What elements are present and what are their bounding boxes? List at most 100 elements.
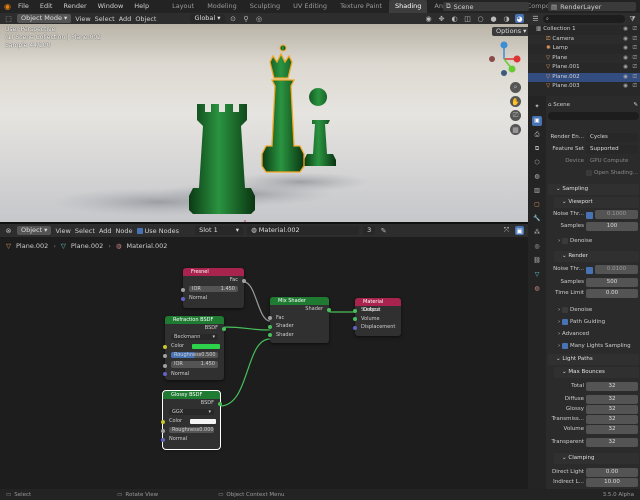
output-displacement-input[interactable]: Displacement — [353, 323, 401, 332]
pin-icon[interactable]: ✎ — [633, 100, 638, 110]
tab-layout[interactable]: Layout — [166, 0, 200, 13]
rendered-shading-icon[interactable]: ◕ — [515, 14, 524, 23]
visibility-icon[interactable]: ◉ — [424, 14, 433, 23]
socket[interactable] — [353, 325, 357, 330]
vp-noise-threshold-field[interactable]: 0.1000 — [595, 210, 638, 219]
breadcrumb-mesh[interactable]: Plane.002 — [71, 242, 103, 250]
tab-modeling[interactable]: Modeling — [201, 0, 243, 13]
r-samples-field[interactable]: 500 — [586, 278, 638, 287]
menu-file[interactable]: File — [13, 0, 34, 13]
tab-sculpting[interactable]: Sculpting — [244, 0, 286, 13]
visibility-eye-icon[interactable]: ◉ — [623, 73, 628, 83]
outliner-row[interactable]: ▽ Plane.001 ◉ ⎚ — [528, 63, 640, 73]
perspective-grid-icon[interactable]: ▦ — [510, 124, 521, 135]
refraction-bsdf-node[interactable]: Refraction BSDF BSDF Beckmann ▾ Color Rou… — [163, 316, 226, 380]
noise-threshold-checkbox[interactable] — [586, 212, 593, 219]
socket[interactable] — [353, 308, 357, 313]
node-editor-type-icon[interactable]: ⊗ — [4, 226, 13, 235]
pan-hand-icon[interactable]: ✋ — [510, 96, 521, 107]
outliner-type-icon[interactable]: ☰ — [531, 15, 540, 24]
refraction-normal-row[interactable]: Normal — [163, 370, 224, 379]
color-swatch[interactable] — [192, 343, 220, 349]
material-shading-icon[interactable]: ◑ — [502, 14, 511, 23]
physics-icon[interactable]: ◎ — [532, 242, 542, 252]
blender-logo-icon[interactable]: ◉ — [3, 2, 12, 11]
snap-node-icon[interactable]: ⤧ — [502, 226, 511, 235]
r-noise-threshold-field[interactable]: 0.0100 — [595, 265, 638, 274]
socket[interactable] — [163, 344, 167, 349]
material-selector[interactable]: ◍ Material.002 — [247, 226, 360, 235]
navigation-gizmo[interactable] — [484, 39, 524, 79]
socket[interactable] — [222, 326, 226, 331]
glossy-roughness-row[interactable]: Roughness 0.000 — [161, 426, 220, 436]
particles-icon[interactable]: ⁂ — [532, 228, 542, 238]
ne-menu-view[interactable]: View — [55, 227, 70, 235]
world-icon[interactable]: ◍ — [532, 172, 542, 182]
slot-dropdown[interactable]: Slot 1 ▾ — [195, 226, 244, 235]
tab-texture-paint[interactable]: Texture Paint — [334, 0, 388, 13]
outliner-search-input[interactable]: ⌕ — [543, 15, 625, 23]
viewport-subpanel-header[interactable]: ⌄ Viewport — [554, 197, 639, 208]
socket[interactable] — [163, 372, 167, 376]
max-bounces-subpanel-header[interactable]: ⌄ Max Bounces — [554, 367, 639, 378]
filter-icon[interactable]: ⧩ — [628, 15, 637, 24]
outliner-row[interactable]: ✺ Lamp ◉ ⎚ — [528, 44, 640, 54]
socket[interactable] — [218, 401, 222, 406]
diffuse-bounces-field[interactable]: 32 — [586, 395, 638, 404]
mix-shader-node[interactable]: Mix Shader Shader Fac Shader Shader — [268, 297, 331, 343]
overlay-icon[interactable]: ◐ — [450, 14, 459, 23]
visibility-eye-icon[interactable]: ◉ — [623, 82, 628, 92]
glossy-dist-row[interactable]: GGX ▾ — [163, 408, 220, 418]
menu-window[interactable]: Window — [93, 0, 129, 13]
refraction-color-row[interactable]: Color — [163, 342, 224, 351]
mix-shader2-input[interactable]: Shader — [268, 331, 329, 340]
distribution-dropdown[interactable]: GGX — [172, 409, 183, 416]
user-count[interactable]: 3 — [363, 226, 376, 235]
vp-menu-add[interactable]: Add — [119, 15, 132, 23]
glossy-normal-row[interactable]: Normal — [161, 435, 220, 444]
visibility-eye-icon[interactable]: ◉ — [623, 44, 628, 54]
many-lights-subpanel[interactable]: › Many Lights Sampling — [558, 341, 631, 351]
mix-fac-input[interactable]: Fac — [268, 314, 329, 323]
ior-value[interactable]: 1.450 — [201, 361, 215, 368]
modifier-icon[interactable]: 🔧 — [532, 214, 542, 224]
transform-orientation-dropdown[interactable]: Global ▾ — [190, 14, 225, 23]
glossy-bounces-field[interactable]: 32 — [586, 405, 638, 414]
device-dropdown[interactable]: GPU Compute — [586, 157, 638, 166]
render-layer-selector[interactable]: ▤ RenderLayer — [548, 2, 636, 11]
visibility-eye-icon[interactable]: ◉ — [623, 54, 628, 64]
snap-icon[interactable]: ⚲ — [242, 14, 251, 23]
transmission-bounces-field[interactable]: 32 — [586, 415, 638, 424]
view-layer-icon[interactable]: ⧉ — [532, 144, 542, 154]
roughness-value[interactable]: 0.000 — [199, 427, 213, 434]
total-bounces-field[interactable]: 32 — [586, 382, 638, 391]
refraction-dist-row[interactable]: Beckmann ▾ — [165, 333, 224, 343]
clamping-subpanel-header[interactable]: ⌄ Clamping — [554, 453, 639, 464]
socket[interactable] — [161, 419, 165, 424]
render-icon[interactable]: ▣ — [532, 116, 542, 126]
gizmo-icon[interactable]: ✥ — [437, 14, 446, 23]
visibility-eye-icon[interactable]: ◉ — [623, 63, 628, 73]
proportional-icon[interactable]: ◎ — [255, 14, 264, 23]
r-denoise-subpanel[interactable]: › Denoise — [558, 305, 592, 315]
menu-help[interactable]: Help — [129, 0, 154, 13]
time-limit-field[interactable]: 0.00 — [586, 289, 638, 298]
render-camera-icon[interactable]: ⎚ — [633, 54, 637, 64]
scene-icon[interactable]: ⬡ — [532, 158, 542, 168]
socket[interactable] — [161, 429, 165, 433]
outliner-row[interactable]: ▽ Plane.002 ◉ ⎚ — [528, 72, 640, 83]
visibility-eye-icon[interactable]: ◉ — [623, 25, 628, 35]
distribution-dropdown[interactable]: Beckmann — [174, 334, 200, 341]
vp-menu-object[interactable]: Object — [135, 15, 156, 23]
transparent-bounces-field[interactable]: 32 — [586, 438, 638, 447]
object-icon[interactable]: ▢ — [532, 200, 542, 210]
output-icon[interactable]: ⎙ — [532, 130, 542, 140]
outliner-row[interactable]: ▽ Plane.003 ◉ ⎚ — [528, 82, 640, 92]
refraction-bsdf-output[interactable]: BSDF — [165, 324, 226, 333]
ior-value[interactable]: 1.450 — [221, 286, 235, 293]
visibility-eye-icon[interactable]: ◉ — [623, 35, 628, 45]
breadcrumb-object[interactable]: Plane.002 — [16, 242, 48, 250]
render-camera-icon[interactable]: ⎚ — [633, 44, 637, 54]
sidebar-toggle-icon[interactable]: ▣ — [515, 226, 524, 235]
ne-menu-node[interactable]: Node — [116, 227, 133, 235]
